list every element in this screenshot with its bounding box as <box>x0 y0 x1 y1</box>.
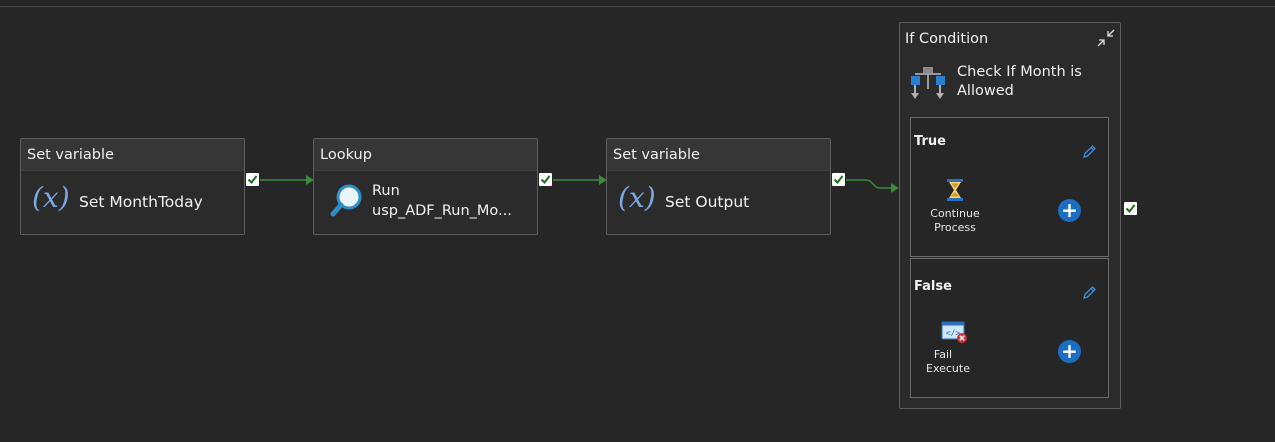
activity-name-line2: usp_ADF_Run_Mo... <box>372 203 512 219</box>
true-branch[interactable]: True Continue Process + <box>910 117 1109 257</box>
success-output-checkbox[interactable] <box>246 173 259 186</box>
hourglass-icon <box>947 179 963 201</box>
activity-type-label: Set variable <box>607 139 830 171</box>
success-output-checkbox[interactable] <box>832 173 845 186</box>
edit-pencil-icon[interactable] <box>1081 144 1097 160</box>
branch-activity-name-line2: Execute <box>926 362 970 375</box>
activity-name: Set MonthToday <box>79 193 203 211</box>
if-condition-icon <box>911 67 945 99</box>
activity-name-line1: Run <box>372 183 400 199</box>
branch-activity-name-line1: Fail <box>933 348 953 361</box>
activity-type-label: If Condition <box>905 31 989 47</box>
branch-label-true: True <box>914 134 946 149</box>
top-divider <box>0 6 1275 7</box>
activity-set-month-today[interactable]: Set variable (x) Set MonthToday <box>20 138 245 235</box>
lookup-icon <box>330 184 362 217</box>
activity-name: Set Output <box>665 193 750 211</box>
add-activity-button[interactable]: + <box>1058 340 1081 363</box>
success-output-checkbox[interactable] <box>1124 202 1137 215</box>
success-output-checkbox[interactable] <box>539 173 552 186</box>
false-branch[interactable]: False </> Fail Execute + <box>910 258 1109 398</box>
activity-if-condition[interactable]: If Condition Check If Month is Allowed T… <box>899 22 1121 409</box>
branch-activity-name-line2: Process <box>934 221 976 234</box>
add-activity-button[interactable]: + <box>1058 199 1081 222</box>
collapse-icon[interactable] <box>1096 28 1116 48</box>
branch-label-false: False <box>914 279 952 294</box>
success-connector-1[interactable] <box>260 175 314 185</box>
activity-name-line1: Check If Month is <box>957 64 1082 80</box>
success-connector-2[interactable] <box>553 175 607 185</box>
variable-icon: (x) <box>32 181 70 214</box>
activity-name-line2: Allowed <box>957 83 1014 99</box>
activity-lookup[interactable]: Lookup Run usp_ADF_Run_Mo... <box>313 138 538 235</box>
activity-type-label: Lookup <box>314 139 537 171</box>
edit-pencil-icon[interactable] <box>1081 285 1097 301</box>
variable-icon: (x) <box>618 181 656 214</box>
activity-set-output[interactable]: Set variable (x) Set Output <box>606 138 831 235</box>
activity-type-label: Set variable <box>21 139 244 171</box>
branch-activity-name-line1: Continue <box>930 207 980 220</box>
success-connector-3[interactable] <box>846 179 899 193</box>
fail-icon: </> <box>941 321 967 343</box>
